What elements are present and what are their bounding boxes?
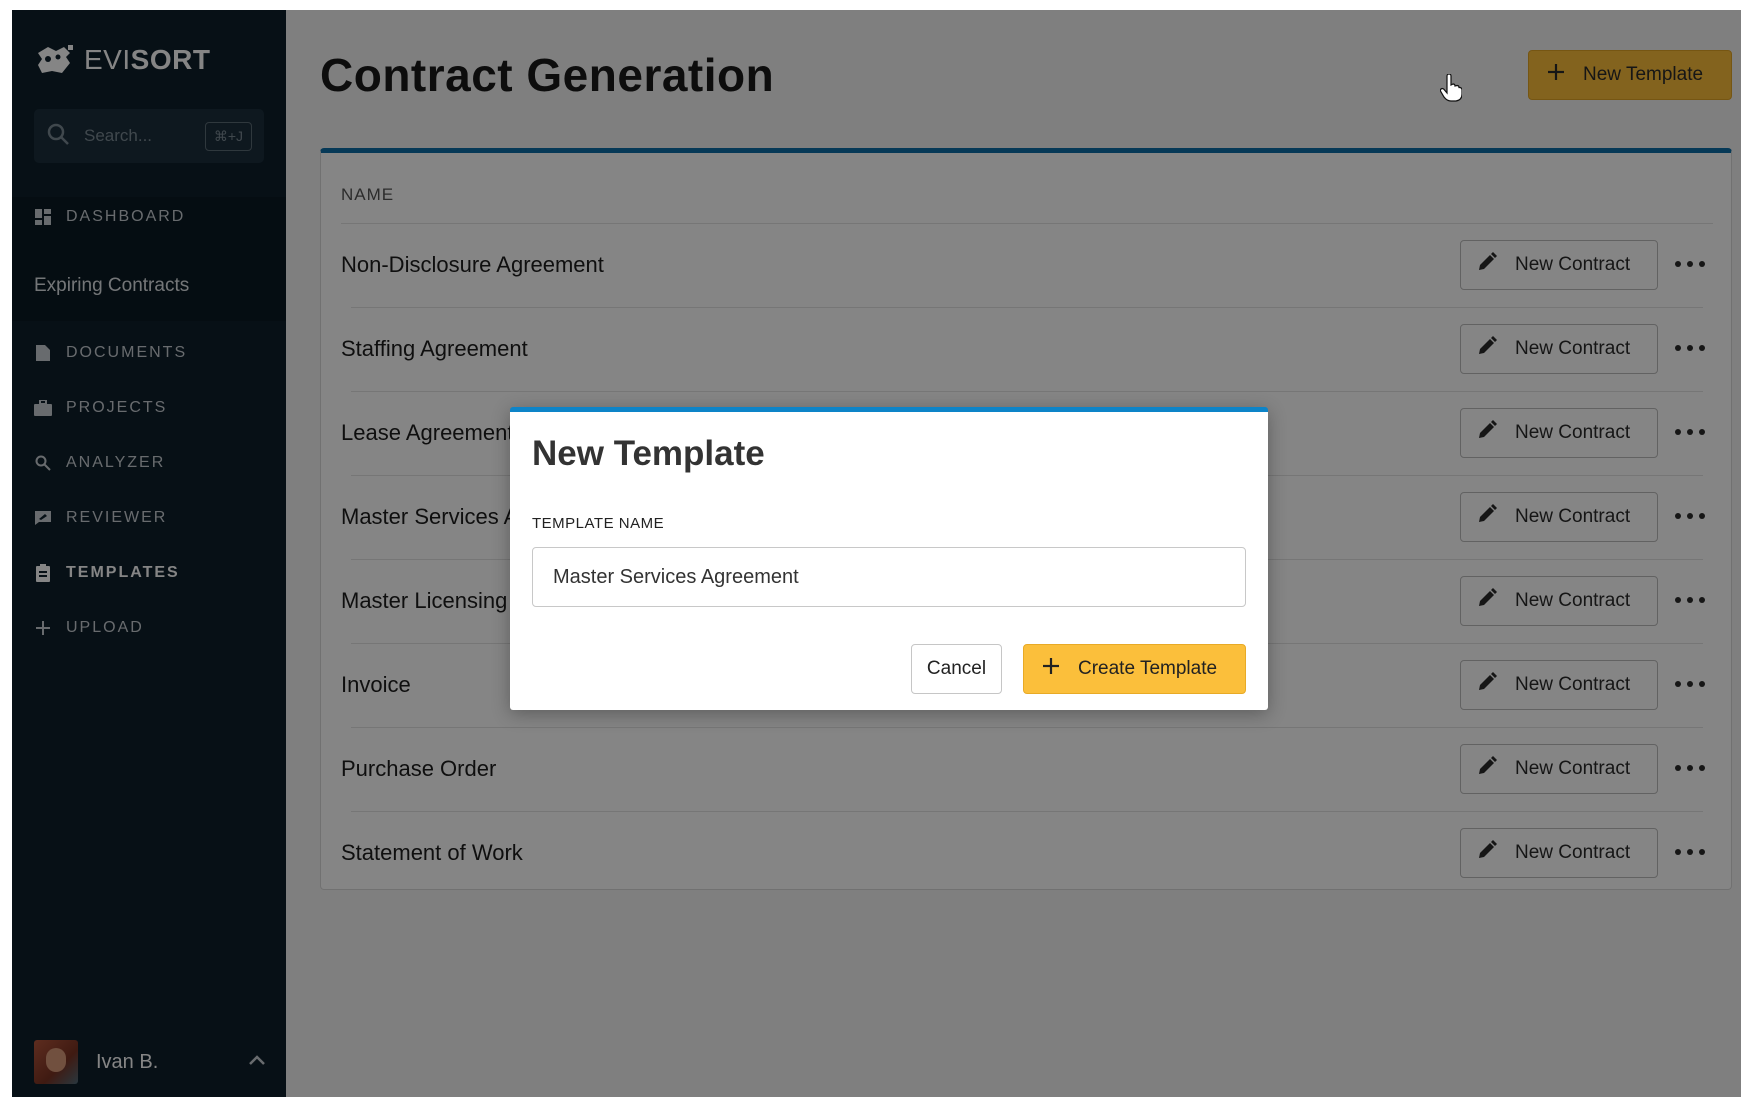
- hand-cursor-icon: [1439, 73, 1463, 107]
- create-template-button[interactable]: Create Template: [1023, 644, 1246, 694]
- cancel-button[interactable]: Cancel: [911, 644, 1002, 694]
- template-name-input[interactable]: [532, 547, 1246, 607]
- dialog-title: New Template: [532, 434, 765, 473]
- plus-icon: [1042, 657, 1060, 681]
- app-window: EVISORT Search... ⌘+J DASHBOARD Expiring…: [12, 10, 1741, 1097]
- create-template-button-label: Create Template: [1078, 658, 1218, 679]
- new-template-dialog: New Template TEMPLATE NAME Cancel Create…: [510, 407, 1268, 710]
- template-name-label: TEMPLATE NAME: [532, 515, 665, 532]
